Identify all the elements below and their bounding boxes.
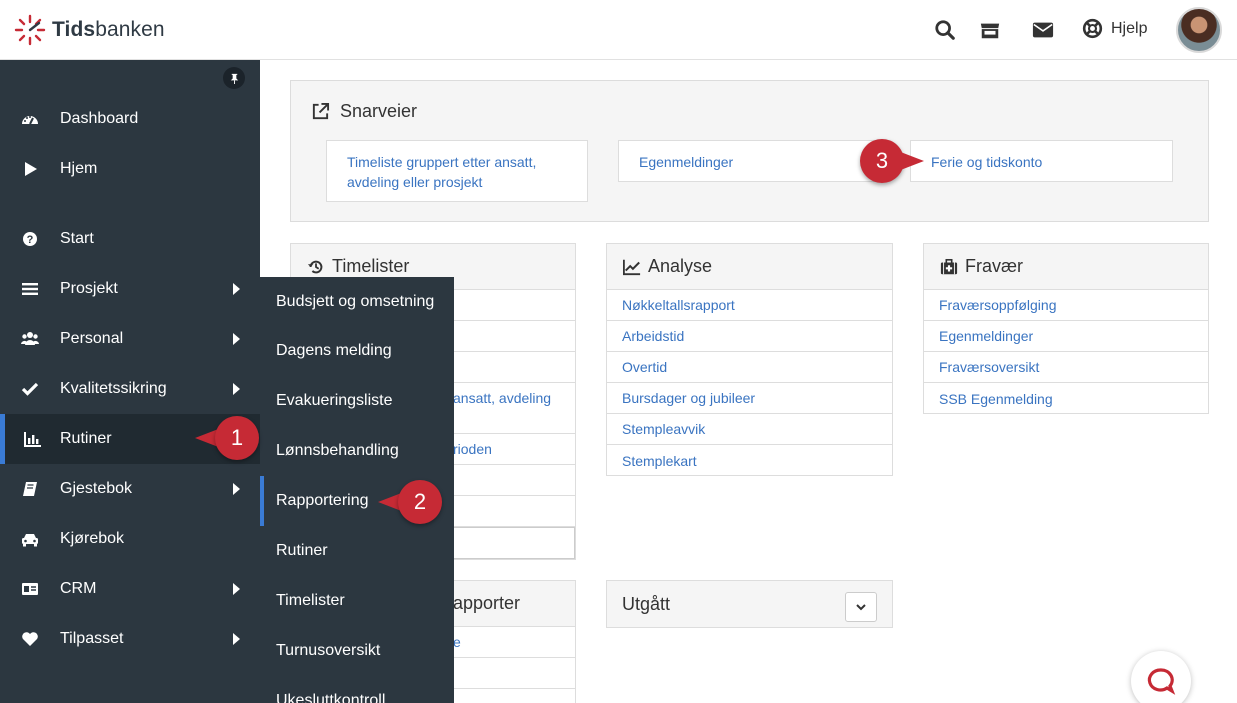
sidebar-item-label: CRM — [60, 580, 97, 597]
chevron-right-icon — [233, 633, 240, 645]
logo-icon — [14, 14, 46, 46]
fravaer-item[interactable]: SSB Egenmelding — [924, 383, 1208, 414]
play-icon — [0, 160, 60, 178]
sidebar-item-start[interactable]: ? Start — [0, 214, 260, 264]
chevron-down-icon — [856, 604, 866, 611]
sidebar-item-label: Gjestebok — [60, 480, 133, 497]
analyse-item[interactable]: Nøkkeltallsrapport — [607, 290, 892, 321]
submenu-item-lonnsbehandling[interactable]: Lønnsbehandling — [260, 426, 454, 476]
sidebar-item-kjorebok[interactable]: Kjørebok — [0, 514, 260, 564]
shortcut-timeliste[interactable]: Timeliste gruppert etter ansatt, avdelin… — [326, 140, 588, 202]
logo[interactable]: Tidsbanken — [14, 14, 165, 46]
id-card-icon — [0, 580, 60, 598]
sidebar-item-label: Dashboard — [60, 110, 139, 127]
store-icon[interactable] — [978, 18, 1002, 42]
analyse-item[interactable]: Stemplekart — [607, 445, 892, 476]
callout-1: 1 — [195, 416, 259, 460]
lifebuoy-icon — [1082, 18, 1103, 39]
utgatt-panel: Utgått — [606, 580, 893, 628]
fravaer-item[interactable]: Egenmeldinger — [924, 321, 1208, 352]
svg-text:?: ? — [27, 234, 34, 246]
snarveier-panel: Snarveier Timeliste gruppert etter ansat… — [290, 80, 1209, 222]
analyse-header: Analyse — [607, 244, 892, 290]
fravaer-item[interactable]: Fraværsoversikt — [924, 352, 1208, 383]
external-link-icon — [312, 102, 330, 120]
analyse-item[interactable]: Stempleavvik — [607, 414, 892, 445]
users-icon — [0, 330, 60, 348]
question-icon: ? — [0, 230, 60, 248]
chevron-right-icon — [233, 383, 240, 395]
heart-icon — [0, 630, 60, 648]
bar-chart-icon — [5, 430, 60, 448]
chat-icon — [1147, 668, 1176, 695]
car-icon — [0, 530, 60, 548]
sidebar-item-label: Kvalitetssikring — [60, 380, 167, 397]
line-chart-icon — [623, 259, 641, 275]
shortcut-egenmeldinger[interactable]: Egenmeldinger — [618, 140, 880, 182]
sidebar-item-label: Tilpasset — [60, 630, 124, 647]
submenu-item-timelister[interactable]: Timelister — [260, 576, 454, 626]
fravaer-header: Fravær — [924, 244, 1208, 290]
sidebar-item-label: Rutiner — [60, 430, 112, 447]
check-icon — [0, 380, 60, 398]
medkit-icon — [940, 258, 958, 274]
help-button[interactable]: Hjelp — [1082, 18, 1147, 39]
submenu-item-evakueringsliste[interactable]: Evakueringsliste — [260, 376, 454, 426]
analyse-item[interactable]: Bursdager og jubileer — [607, 383, 892, 414]
search-icon[interactable] — [933, 18, 957, 42]
analyse-item[interactable]: Overtid — [607, 352, 892, 383]
sidebar-item-label: Hjem — [60, 160, 98, 177]
fravaer-item[interactable]: Fraværsoppfølging — [924, 290, 1208, 321]
chat-button[interactable] — [1131, 651, 1191, 703]
pin-icon[interactable] — [223, 67, 245, 89]
sidebar-item-dashboard[interactable]: Dashboard — [0, 94, 260, 144]
sidebar-item-tilpasset[interactable]: Tilpasset — [0, 614, 260, 664]
sidebar-item-gjestebok[interactable]: Gjestebok — [0, 464, 260, 514]
submenu-item-turnusoversikt[interactable]: Turnusoversikt — [260, 626, 454, 676]
fravaer-panel: Fravær Fraværsoppfølging Egenmeldinger F… — [923, 243, 1209, 414]
chevron-right-icon — [233, 583, 240, 595]
sidebar-item-label: Personal — [60, 330, 124, 347]
submenu-item-rutiner[interactable]: Rutiner — [260, 526, 454, 576]
shortcut-ferie-tidskonto[interactable]: Ferie og tidskonto — [910, 140, 1173, 182]
snarveier-title: Snarveier — [311, 101, 417, 122]
chevron-right-icon — [233, 333, 240, 345]
sidebar-item-personal[interactable]: Personal — [0, 314, 260, 364]
chevron-right-icon — [233, 283, 240, 295]
sidebar: Dashboard Hjem ? Start Prosjekt Personal… — [0, 60, 260, 703]
submenu-item-dagens-melding[interactable]: Dagens melding — [260, 326, 454, 376]
callout-2: 2 — [378, 480, 442, 524]
sidebar-item-prosjekt[interactable]: Prosjekt — [0, 264, 260, 314]
list-icon — [0, 280, 60, 298]
help-label: Hjelp — [1111, 19, 1148, 37]
chevron-right-icon — [233, 483, 240, 495]
sidebar-item-crm[interactable]: CRM — [0, 564, 260, 614]
sidebar-item-label: Prosjekt — [60, 280, 118, 297]
analyse-item[interactable]: Arbeidstid — [607, 321, 892, 352]
top-bar: Tidsbanken Hjelp — [0, 0, 1237, 60]
sidebar-item-hjem[interactable]: Hjem — [0, 144, 260, 194]
sidebar-item-label: Kjørebok — [60, 530, 125, 547]
expand-button[interactable] — [845, 592, 877, 622]
book-icon — [0, 480, 60, 498]
submenu-item-budsjett[interactable]: Budsjett og omsetning — [260, 277, 454, 327]
analyse-panel: Analyse Nøkkeltallsrapport Arbeidstid Ov… — [606, 243, 893, 476]
avatar[interactable] — [1176, 7, 1222, 53]
sidebar-item-kvalitetssikring[interactable]: Kvalitetssikring — [0, 364, 260, 414]
sidebar-item-label: Start — [60, 230, 94, 247]
callout-3: 3 — [860, 139, 924, 183]
history-icon — [307, 260, 323, 273]
submenu-item-ukesluttkontroll[interactable]: Ukesluttkontroll — [260, 676, 454, 703]
dashboard-icon — [0, 110, 60, 128]
brand-name: Tidsbanken — [52, 18, 165, 41]
mail-icon[interactable] — [1031, 18, 1055, 42]
